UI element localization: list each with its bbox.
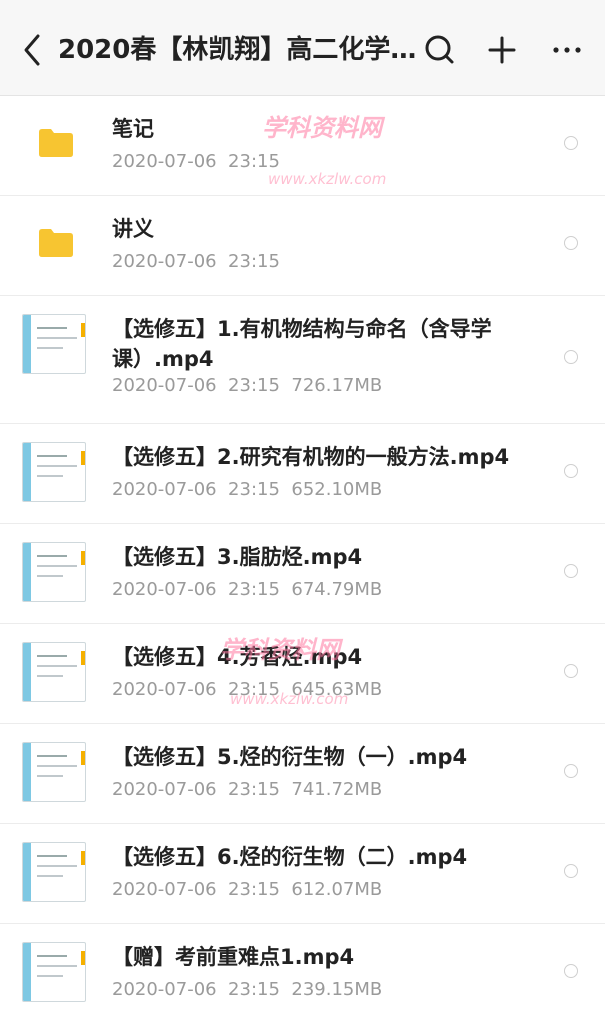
file-meta: 2020-07-06 23:15 xyxy=(112,151,280,172)
file-name: 【选修五】4.芳香烃.mp4 xyxy=(112,645,363,669)
folder-row[interactable]: 讲义 2020-07-06 23:15 xyxy=(0,196,605,296)
select-radio[interactable] xyxy=(564,236,578,250)
folder-icon xyxy=(39,229,73,257)
file-meta: 2020-07-06 23:15 726.17MB xyxy=(112,375,383,396)
file-name: 【选修五】6.烃的衍生物（二）.mp4 xyxy=(112,845,468,869)
folder-title: 2020春【林凯翔】高二化学... xyxy=(58,35,418,65)
file-row[interactable]: 【选修五】3.脂肪烃.mp4 2020-07-06 23:15 674.79MB xyxy=(0,524,605,624)
watermark-url: www.xkzlw.com xyxy=(230,690,349,708)
select-radio[interactable] xyxy=(564,664,578,678)
file-row[interactable]: 【选修五】4.芳香烃.mp4 2020-07-06 23:15 645.63MB xyxy=(0,624,605,724)
select-radio[interactable] xyxy=(564,864,578,878)
folder-icon xyxy=(39,129,73,157)
file-name: 【赠】考前重难点1.mp4 xyxy=(112,945,355,969)
back-arrow-icon[interactable] xyxy=(14,28,50,72)
more-icon[interactable] xyxy=(548,30,588,70)
file-name: 【选修五】3.脂肪烃.mp4 xyxy=(112,545,363,569)
video-thumbnail xyxy=(22,442,86,502)
video-thumbnail xyxy=(22,542,86,602)
video-thumbnail xyxy=(22,942,86,1002)
select-radio[interactable] xyxy=(564,350,578,364)
file-name: 笔记 xyxy=(112,117,154,141)
select-radio[interactable] xyxy=(564,464,578,478)
file-row[interactable]: 【选修五】1.有机物结构与命名（含导学课）.mp4 2020-07-06 23:1… xyxy=(0,296,605,424)
select-radio[interactable] xyxy=(564,964,578,978)
file-row[interactable]: 【选修五】2.研究有机物的一般方法.mp4 2020-07-06 23:15 65… xyxy=(0,424,605,524)
video-thumbnail xyxy=(22,314,86,374)
top-bar: 2020春【林凯翔】高二化学... xyxy=(0,0,605,96)
file-row[interactable]: 【赠】考前重难点1.mp4 2020-07-06 23:15 239.15MB xyxy=(0,924,605,1024)
file-list: 笔记 2020-07-06 23:15 讲义 2020-07-06 23:15 【选修五… xyxy=(0,96,605,1024)
file-meta: 2020-07-06 23:15 741.72MB xyxy=(112,779,383,800)
file-meta: 2020-07-06 23:15 xyxy=(112,251,280,272)
file-name: 【选修五】2.研究有机物的一般方法.mp4 xyxy=(112,445,510,469)
file-meta: 2020-07-06 23:15 239.15MB xyxy=(112,979,383,1000)
file-row[interactable]: 【选修五】5.烃的衍生物（一）.mp4 2020-07-06 23:15 741.… xyxy=(0,724,605,824)
select-radio[interactable] xyxy=(564,764,578,778)
video-thumbnail xyxy=(22,642,86,702)
select-radio[interactable] xyxy=(564,136,578,150)
plus-icon[interactable] xyxy=(482,30,522,70)
video-thumbnail xyxy=(22,742,86,802)
video-thumbnail xyxy=(22,842,86,902)
search-icon[interactable] xyxy=(420,30,460,70)
file-name: 讲义 xyxy=(112,217,154,241)
watermark-url: www.xkzlw.com xyxy=(268,170,387,188)
select-radio[interactable] xyxy=(564,564,578,578)
file-row[interactable]: 【选修五】6.烃的衍生物（二）.mp4 2020-07-06 23:15 612.… xyxy=(0,824,605,924)
file-name: 【选修五】5.烃的衍生物（一）.mp4 xyxy=(112,745,468,769)
file-name: 【选修五】1.有机物结构与命名（含导学课）.mp4 xyxy=(112,317,492,371)
file-meta: 2020-07-06 23:15 612.07MB xyxy=(112,879,383,900)
file-meta: 2020-07-06 23:15 652.10MB xyxy=(112,479,383,500)
file-meta: 2020-07-06 23:15 674.79MB xyxy=(112,579,383,600)
